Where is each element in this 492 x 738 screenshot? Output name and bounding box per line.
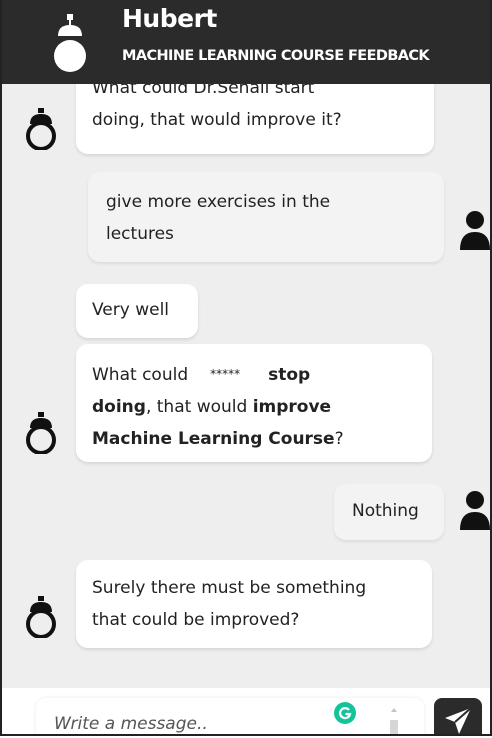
message-text-line: Very well xyxy=(92,300,170,320)
message-text-line: doing, that would improve it? xyxy=(92,110,342,130)
chat-window: Hubert MACHINE LEARNING COURSE FEEDBACK … xyxy=(0,0,492,736)
message-field[interactable] xyxy=(36,698,424,736)
message-list[interactable]: What could Dr.Sehail start doing, that w… xyxy=(2,84,490,688)
robot-icon xyxy=(26,108,56,150)
message-text-line: doing, that would improve xyxy=(92,397,332,417)
message-composer xyxy=(2,688,490,736)
bot-message: Surely there must be something that coul… xyxy=(76,560,432,648)
grammarly-icon[interactable] xyxy=(334,702,356,724)
message-text-line: What could Dr.Sehail start xyxy=(92,84,315,98)
robot-icon xyxy=(54,14,86,72)
message-text-line: lectures xyxy=(106,224,174,244)
user-message: give more exercises in the lectures xyxy=(88,172,444,262)
message-text-line: that could be improved? xyxy=(92,610,300,630)
robot-icon xyxy=(26,412,56,454)
person-icon xyxy=(460,211,490,250)
redacted-name: ***** xyxy=(210,367,241,381)
chat-subtitle: MACHINE LEARNING COURSE FEEDBACK xyxy=(122,48,430,64)
bot-name: Hubert xyxy=(122,4,217,33)
message-text-line: What could ***** stop xyxy=(92,358,416,391)
paper-plane-icon xyxy=(445,707,472,734)
scrollbar[interactable] xyxy=(388,706,400,736)
user-message: Nothing xyxy=(334,484,444,540)
bot-message: What could Dr.Sehail start doing, that w… xyxy=(76,84,434,154)
message-text-line: Machine Learning Course? xyxy=(92,429,344,449)
chat-header: Hubert MACHINE LEARNING COURSE FEEDBACK xyxy=(2,0,490,84)
person-icon xyxy=(460,491,490,530)
message-text-line: give more exercises in the xyxy=(106,192,331,212)
send-button[interactable] xyxy=(434,698,482,734)
message-text-line: Nothing xyxy=(352,501,419,521)
bot-message: Very well xyxy=(76,284,198,338)
bot-message: What could ***** stop doing, that would im… xyxy=(76,344,432,462)
message-input[interactable] xyxy=(52,710,326,734)
message-text-line: Surely there must be something xyxy=(92,578,367,598)
robot-icon xyxy=(26,596,56,638)
